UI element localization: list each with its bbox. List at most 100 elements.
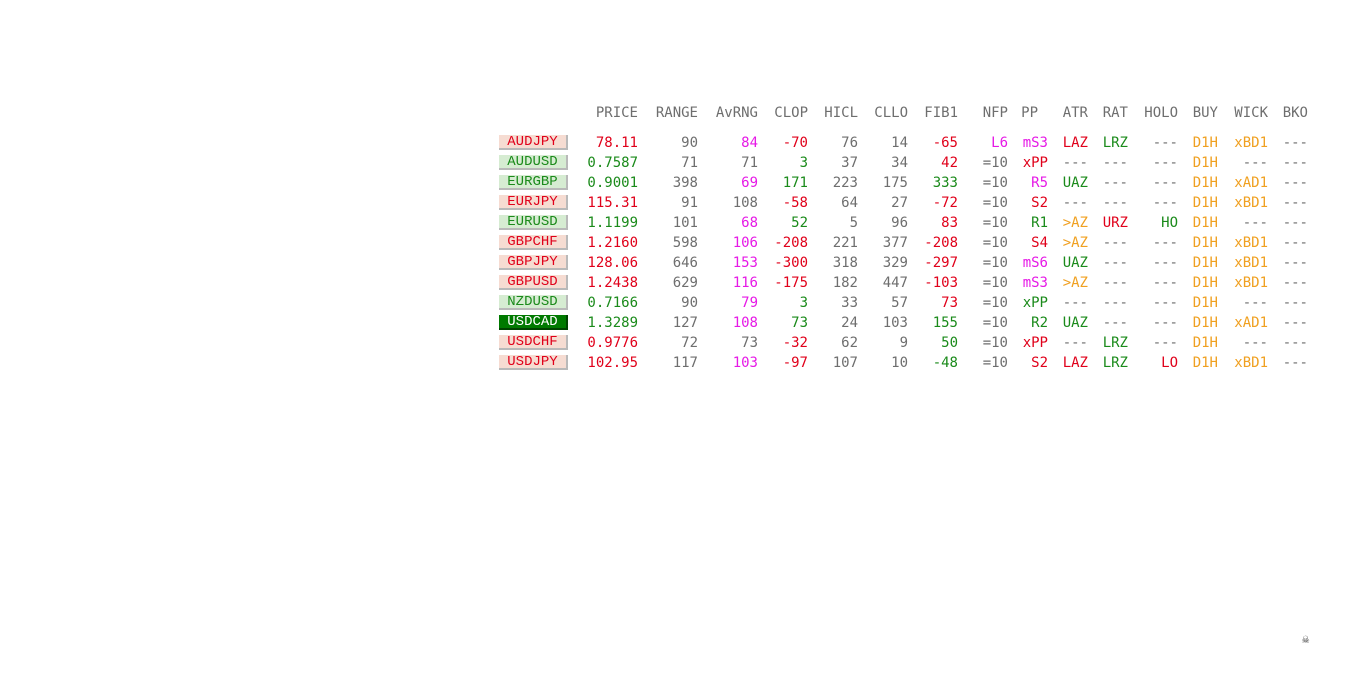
cell-range: 117: [672, 355, 698, 371]
cell-atr: ---: [1062, 295, 1088, 311]
symbol-button-usdchf[interactable]: USDCHF: [499, 335, 568, 350]
cell-cllo: 14: [891, 135, 908, 151]
symbol-button-eurusd[interactable]: EURUSD: [499, 215, 568, 230]
cell-pp: mS3: [1022, 135, 1048, 151]
cell-avrng: 153: [732, 255, 758, 271]
cell-fib1: 333: [932, 175, 958, 191]
cell-price: 115.31: [587, 195, 638, 211]
cell-hicl: 76: [841, 135, 858, 151]
cell-wick: ---: [1242, 335, 1268, 351]
cell-wick: ---: [1242, 295, 1268, 311]
cell-avrng: 73: [741, 335, 758, 351]
cell-clop: -70: [782, 135, 808, 151]
cell-range: 90: [681, 135, 698, 151]
cell-pp: R2: [1031, 315, 1048, 331]
cell-avrng: 84: [741, 135, 758, 151]
column-header-holo: HOLO: [1144, 105, 1178, 121]
cell-cllo: 34: [891, 155, 908, 171]
cell-nfp: =10: [982, 355, 1008, 371]
cell-atr: LAZ: [1062, 135, 1088, 151]
cell-price: 78.11: [595, 135, 638, 151]
cell-pp: S2: [1031, 355, 1048, 371]
cell-rat: URZ: [1102, 215, 1128, 231]
cell-hicl: 64: [841, 195, 858, 211]
cell-fib1: 50: [941, 335, 958, 351]
cell-price: 1.2160: [587, 235, 638, 251]
cell-avrng: 103: [732, 355, 758, 371]
cell-wick: xBD1: [1234, 275, 1268, 291]
symbol-button-gbpusd[interactable]: GBPUSD: [499, 275, 568, 290]
column-header-price: PRICE: [595, 105, 638, 121]
symbol-button-usdjpy[interactable]: USDJPY: [499, 355, 568, 370]
symbol-button-eurjpy[interactable]: EURJPY: [499, 195, 568, 210]
cell-pp: mS6: [1022, 255, 1048, 271]
cell-bko: ---: [1282, 155, 1308, 171]
cell-buy: D1H: [1192, 295, 1218, 311]
cell-clop: 52: [791, 215, 808, 231]
cell-range: 646: [672, 255, 698, 271]
cell-range: 127: [672, 315, 698, 331]
cell-cllo: 377: [882, 235, 908, 251]
cell-buy: D1H: [1192, 195, 1218, 211]
cell-price: 128.06: [587, 255, 638, 271]
cell-holo: ---: [1152, 335, 1178, 351]
cell-holo: ---: [1152, 175, 1178, 191]
symbol-button-usdcad[interactable]: USDCAD: [499, 315, 568, 330]
symbol-button-gbpjpy[interactable]: GBPJPY: [499, 255, 568, 270]
symbol-button-audusd[interactable]: AUDUSD: [499, 155, 568, 170]
cell-fib1: -72: [932, 195, 958, 211]
cell-hicl: 182: [832, 275, 858, 291]
cell-wick: xBD1: [1234, 255, 1268, 271]
cell-bko: ---: [1282, 175, 1308, 191]
symbol-button-nzdusd[interactable]: NZDUSD: [499, 295, 568, 310]
cell-hicl: 62: [841, 335, 858, 351]
cell-rat: ---: [1102, 275, 1128, 291]
symbol-button-eurgbp[interactable]: EURGBP: [499, 175, 568, 190]
cell-wick: xAD1: [1234, 175, 1268, 191]
cell-range: 90: [681, 295, 698, 311]
cell-buy: D1H: [1192, 175, 1218, 191]
cell-buy: D1H: [1192, 155, 1218, 171]
cell-holo: ---: [1152, 275, 1178, 291]
cell-hicl: 37: [841, 155, 858, 171]
column-header-nfp: NFP: [982, 105, 1008, 121]
cell-price: 1.3289: [587, 315, 638, 331]
cell-holo: ---: [1152, 255, 1178, 271]
cell-pp: S4: [1031, 235, 1048, 251]
column-header-buy: BUY: [1192, 105, 1218, 121]
cell-fib1: -65: [932, 135, 958, 151]
cell-bko: ---: [1282, 295, 1308, 311]
cell-cllo: 57: [891, 295, 908, 311]
cell-atr: ---: [1062, 155, 1088, 171]
cell-buy: D1H: [1192, 255, 1218, 271]
cell-atr: LAZ: [1062, 355, 1088, 371]
cell-holo: ---: [1152, 295, 1178, 311]
column-header-rat: RAT: [1102, 105, 1128, 121]
cell-avrng: 79: [741, 295, 758, 311]
symbol-button-audjpy[interactable]: AUDJPY: [499, 135, 568, 150]
cell-wick: xBD1: [1234, 135, 1268, 151]
cell-nfp: =10: [982, 195, 1008, 211]
cell-fib1: -103: [924, 275, 958, 291]
cell-hicl: 223: [832, 175, 858, 191]
cell-clop: -58: [782, 195, 808, 211]
cell-pp: xPP: [1022, 295, 1048, 311]
cell-nfp: =10: [982, 275, 1008, 291]
cell-bko: ---: [1282, 235, 1308, 251]
cell-nfp: =10: [982, 215, 1008, 231]
cell-hicl: 107: [832, 355, 858, 371]
cell-atr: UAZ: [1062, 315, 1088, 331]
skull-crossbones-icon[interactable]: ☠: [1302, 632, 1314, 646]
cell-bko: ---: [1282, 195, 1308, 211]
cell-range: 101: [672, 215, 698, 231]
cell-buy: D1H: [1192, 235, 1218, 251]
cell-atr: >AZ: [1062, 235, 1088, 251]
cell-cllo: 329: [882, 255, 908, 271]
symbol-button-gbpchf[interactable]: GBPCHF: [499, 235, 568, 250]
cell-wick: xBD1: [1234, 355, 1268, 371]
cell-atr: ---: [1062, 335, 1088, 351]
cell-rat: ---: [1102, 175, 1128, 191]
column-header-hicl: HICL: [824, 105, 858, 121]
cell-bko: ---: [1282, 135, 1308, 151]
cell-holo: ---: [1152, 135, 1178, 151]
